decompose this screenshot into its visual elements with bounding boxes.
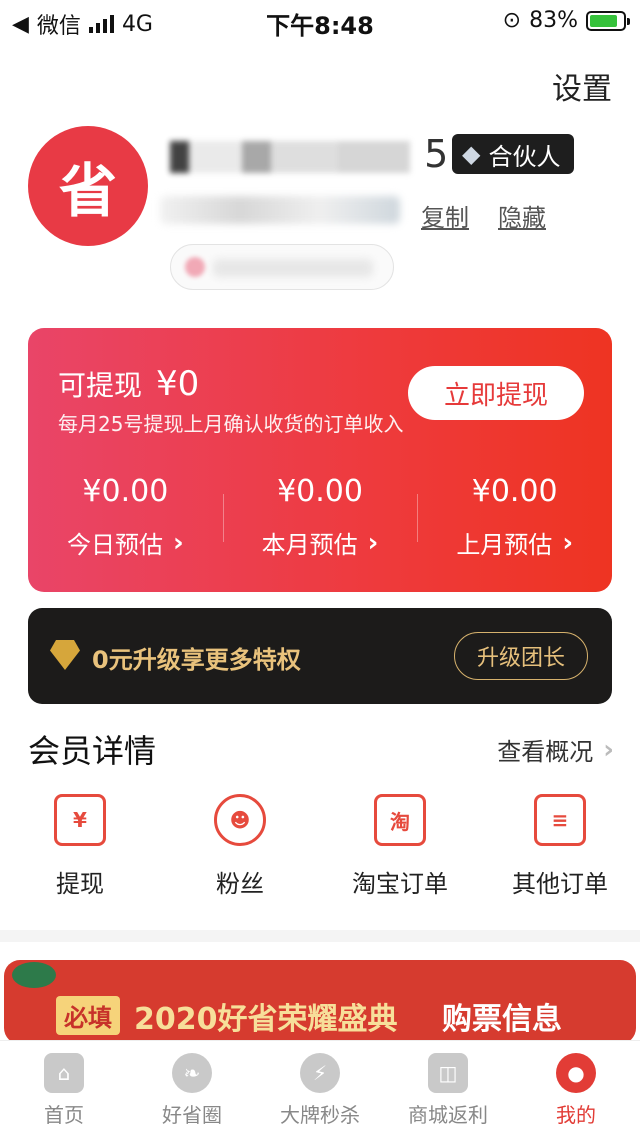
vip-upgrade-bar[interactable]: 0元升级享更多特权 升级团长 (28, 608, 612, 704)
tab-home[interactable]: ⌂ 首页 (0, 1041, 128, 1136)
view-overview-label: 查看概况 (497, 738, 594, 766)
pine-decoration-icon (12, 962, 56, 988)
stat-value: ¥0.00 (471, 474, 558, 509)
estimate-stats: ¥0.00 今日预估 › ¥0.00 本月预估 › ¥0.00 上月预估 › (28, 474, 612, 570)
tab-mall-rebate[interactable]: ◫ 商城返利 (384, 1041, 512, 1136)
badge-label: 合伙人 (488, 142, 561, 171)
stat-today[interactable]: ¥0.00 今日预估 › (28, 474, 223, 570)
username-blurred (170, 140, 410, 173)
bottom-tab-bar: ⌂ 首页 ❧ 好省圈 ⚡ 大牌秒杀 ◫ 商城返利 ● 我的 (0, 1040, 640, 1136)
taobao-icon: 淘 (374, 794, 426, 846)
stat-label: 今日预估 (66, 531, 163, 559)
diamond-icon: ◆ (462, 140, 481, 168)
status-bar: ◀ 微信 4G 下午8:48 ⊙ 83% (0, 0, 640, 40)
earnings-card: 可提现 ¥0 每月25号提现上月确认收货的订单收入 立即提现 ¥0.00 今日预估… (28, 328, 612, 592)
chevron-right-icon: › (367, 527, 379, 558)
tab-label: 我的 (556, 1103, 596, 1127)
withdraw-now-button[interactable]: 立即提现 (408, 366, 584, 420)
action-other-orders[interactable]: ≡ 其他订单 (480, 794, 640, 904)
available-label: 可提现 (58, 369, 143, 402)
inviter-pill[interactable] (170, 244, 394, 290)
chevron-right-icon: › (172, 527, 184, 558)
hide-link[interactable]: 隐藏 (498, 198, 546, 233)
settings-button[interactable]: 设置 (552, 64, 612, 108)
home-icon: ⌂ (44, 1053, 84, 1093)
stat-this-month[interactable]: ¥0.00 本月预估 › (222, 474, 418, 570)
alarm-icon: ⚡ (300, 1053, 340, 1093)
stat-label: 本月预估 (261, 531, 358, 559)
invite-code-blurred (160, 196, 400, 224)
member-actions: ¥ 提现 ☻ 粉丝 淘 淘宝订单 ≡ 其他订单 (0, 794, 640, 904)
tab-flash-sale[interactable]: ⚡ 大牌秒杀 (256, 1041, 384, 1136)
rotation-lock-icon: ⊙ (502, 8, 522, 33)
username-visible-end: 5 (424, 132, 451, 176)
avatar[interactable]: 省 (28, 126, 148, 246)
tab-mine[interactable]: ● 我的 (512, 1041, 640, 1136)
tab-label: 大牌秒杀 (280, 1103, 360, 1127)
action-label: 粉丝 (216, 870, 264, 898)
fans-icon: ☻ (214, 794, 266, 846)
stat-label: 上月预估 (456, 531, 553, 559)
battery-icon (586, 10, 630, 31)
tab-label: 首页 (44, 1103, 84, 1127)
partner-badge[interactable]: ◆ 合伙人 (452, 134, 575, 174)
available-amount: ¥0 (156, 364, 200, 404)
action-withdraw[interactable]: ¥ 提现 (0, 794, 160, 904)
action-fans[interactable]: ☻ 粉丝 (160, 794, 320, 904)
stat-value: ¥0.00 (82, 474, 169, 509)
avatar-logo: 省 (58, 157, 117, 225)
chevron-right-icon: › (603, 734, 614, 765)
tab-label: 好省圈 (162, 1103, 222, 1127)
tab-haoshengquan[interactable]: ❧ 好省圈 (128, 1041, 256, 1136)
action-label: 其他订单 (512, 870, 608, 898)
action-label: 提现 (56, 870, 104, 898)
inviter-text-blurred (213, 259, 373, 277)
section-divider (0, 930, 640, 942)
bag-icon: ◫ (428, 1053, 468, 1093)
tab-label: 商城返利 (408, 1103, 488, 1127)
list-doc-icon: ≡ (534, 794, 586, 846)
yen-doc-icon: ¥ (54, 794, 106, 846)
chevron-right-icon: › (562, 527, 574, 558)
stat-last-month[interactable]: ¥0.00 上月预估 › (417, 474, 612, 570)
promo-tag: 必填 (56, 996, 120, 1035)
promo-title: 2020好省荣耀盛典 (134, 1002, 398, 1037)
battery-percent: 83% (529, 8, 578, 33)
view-overview-link[interactable]: 查看概况 › (497, 732, 614, 767)
username: 5 (170, 132, 450, 176)
withdraw-note: 每月25号提现上月确认收货的订单收入 (58, 412, 404, 436)
promo-cta: 购票信息 (442, 1002, 562, 1037)
stat-value: ¥0.00 (277, 474, 363, 509)
vip-diamond-icon (50, 640, 80, 670)
vip-text: 0元升级享更多特权 (92, 646, 301, 674)
available-balance: 可提现 ¥0 (58, 364, 199, 404)
action-label: 淘宝订单 (352, 870, 448, 898)
leaf-icon: ❧ (172, 1053, 212, 1093)
copy-link[interactable]: 复制 (421, 198, 469, 233)
profile-icon: ● (556, 1053, 596, 1093)
member-details-title: 会员详情 (28, 732, 157, 770)
inviter-avatar (185, 257, 205, 277)
action-taobao-orders[interactable]: 淘 淘宝订单 (320, 794, 480, 904)
promo-banner[interactable]: 必填 2020好省荣耀盛典 购票信息 (4, 960, 636, 1044)
upgrade-leader-button[interactable]: 升级团长 (454, 632, 588, 680)
